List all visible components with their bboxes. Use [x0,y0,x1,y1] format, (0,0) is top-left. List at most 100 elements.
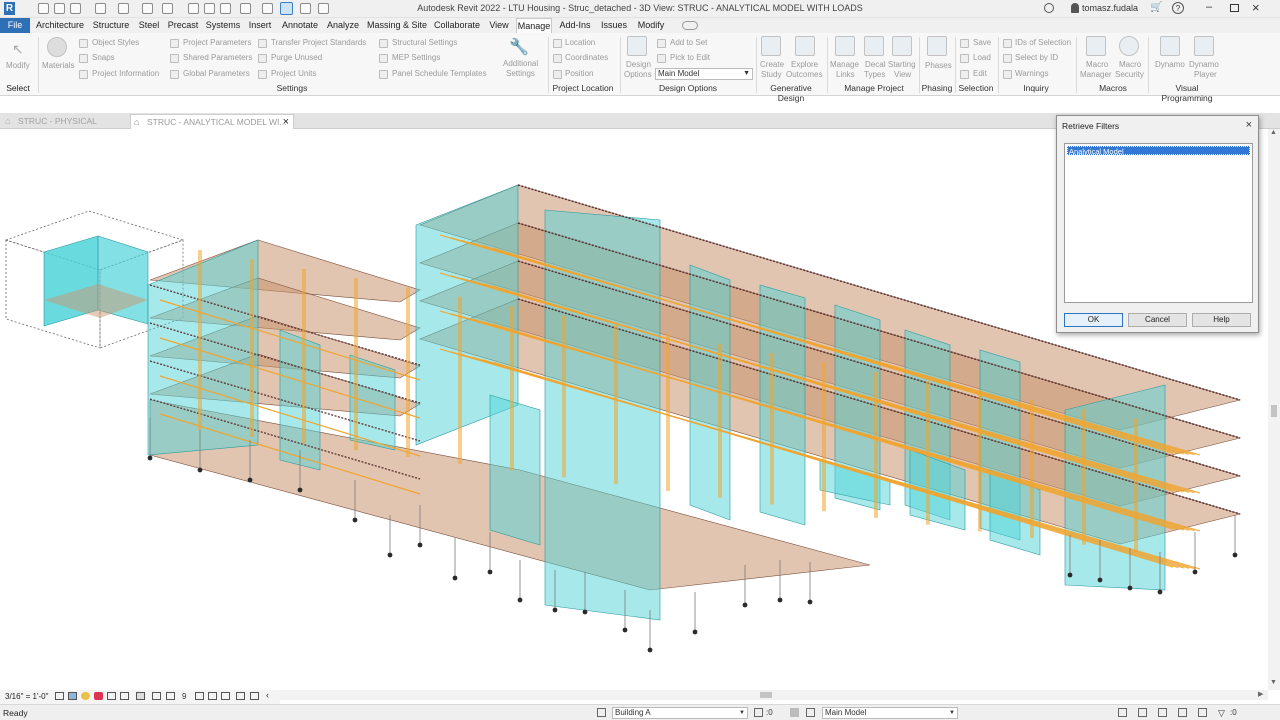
tab-view[interactable]: View [486,18,512,33]
crop-view-icon[interactable] [107,692,116,700]
reveal-constraints-icon[interactable] [236,692,245,700]
coordinates-button[interactable]: Coordinates [565,53,608,62]
project-information-icon[interactable] [79,70,88,79]
scroll-right-icon[interactable]: ▶ [1258,690,1263,698]
design-options-icon[interactable] [627,36,647,56]
list-item[interactable]: Analytical Model [1067,146,1250,156]
additional-settings-label-2[interactable]: Settings [506,69,535,78]
project-information-button[interactable]: Project Information [92,69,159,78]
position-button[interactable]: Position [565,69,593,78]
shared-parameters-button[interactable]: Shared Parameters [183,53,252,62]
vertical-scrollbar[interactable]: ▲ ▼ [1268,129,1280,690]
detail-level-icon[interactable] [55,692,64,700]
shared-parameters-icon[interactable] [170,54,179,63]
modify-button[interactable]: Modify [6,61,30,70]
dialog-close-icon[interactable]: × [1246,119,1252,131]
select-by-face-icon[interactable] [1178,708,1187,717]
design-options-status-icon[interactable] [790,708,799,717]
tab-architecture[interactable]: Architecture [34,18,86,33]
select-links-icon[interactable] [1118,708,1127,717]
design-option-status-select[interactable]: Main Model ▼ [822,707,958,719]
location-icon[interactable] [553,39,562,48]
starting-view-label-2[interactable]: View [894,70,911,79]
tab-systems[interactable]: Systems [204,18,242,33]
tab-precast[interactable]: Precast [166,18,200,33]
select-dropdown[interactable]: Select [4,83,32,93]
starting-view-icon[interactable] [892,36,912,56]
close-window-icon[interactable]: × [1252,0,1260,15]
tab-collaborate[interactable]: Collaborate [432,18,482,33]
manage-links-icon[interactable] [835,36,855,56]
select-underlay-icon[interactable] [1138,708,1147,717]
tab-add-ins[interactable]: Add-Ins [557,18,593,33]
help-icon[interactable]: ? [1172,2,1184,14]
starting-view-label-1[interactable]: Starting [888,60,916,69]
decal-types-label-1[interactable]: Decal [865,60,885,69]
dynamo-player-label-1[interactable]: Dynamo [1189,60,1219,69]
global-parameters-button[interactable]: Global Parameters [183,69,250,78]
warnings-icon[interactable] [1003,70,1012,79]
show-crop-icon[interactable] [120,692,129,700]
explore-outcomes-label-1[interactable]: Explore [791,60,818,69]
tab-file[interactable]: File [0,18,30,33]
transfer-standards-icon[interactable] [258,39,267,48]
global-parameters-icon[interactable] [170,70,179,79]
tab-massing-site[interactable]: Massing & Site [366,18,428,33]
worksharing-icon[interactable] [195,692,204,700]
materials-button[interactable]: Materials [42,61,74,70]
pick-to-edit-button[interactable]: Pick to Edit [670,53,710,62]
object-styles-button[interactable]: Object Styles [92,38,139,47]
macro-security-label-2[interactable]: Security [1115,70,1144,79]
select-by-id-button[interactable]: Select by ID [1015,53,1058,62]
hide-analytical-icon[interactable] [250,692,259,700]
panel-schedule-templates-button[interactable]: Panel Schedule Templates [392,69,487,78]
design-options-label-1[interactable]: Design [626,60,651,69]
tab-manage[interactable]: Manage [516,18,552,33]
purge-unused-button[interactable]: Purge Unused [271,53,322,62]
tab-structure[interactable]: Structure [90,18,132,33]
help-button[interactable]: Help [1192,313,1251,327]
position-icon[interactable] [553,70,562,79]
worksets-icon[interactable] [597,708,606,717]
filter-icon[interactable]: ▽ [1218,708,1225,719]
additional-settings-label-1[interactable]: Additional [503,59,538,68]
create-study-icon[interactable] [761,36,781,56]
maximize-icon[interactable] [1230,4,1239,12]
view-scale[interactable]: 3/16" = 1'-0" [5,692,48,701]
user-name[interactable]: tomasz.fudala [1082,3,1138,13]
edit-selection-icon[interactable] [960,70,969,79]
macro-manager-icon[interactable] [1086,36,1106,56]
load-selection-icon[interactable] [960,54,969,63]
drag-elements-icon[interactable] [1198,708,1207,717]
scroll-up-icon[interactable]: ▲ [1270,129,1277,136]
create-study-label-2[interactable]: Study [761,70,781,79]
structural-settings-icon[interactable] [379,39,388,48]
manage-links-label-2[interactable]: Links [836,70,855,79]
purge-unused-icon[interactable] [258,54,267,63]
tab-modify[interactable]: Modify [634,18,668,33]
highlight-displacement-icon[interactable] [221,692,230,700]
dynamo-icon[interactable] [1160,36,1180,56]
ids-of-selection-button[interactable]: IDs of Selection [1015,38,1071,47]
macro-manager-label-1[interactable]: Macro [1086,60,1108,69]
macro-security-icon[interactable] [1119,36,1139,56]
panel-schedule-templates-icon[interactable] [379,70,388,79]
tab-insert[interactable]: Insert [246,18,274,33]
dynamo-player-icon[interactable] [1194,36,1214,56]
design-option-select[interactable]: Main Model ▼ [655,68,753,80]
temporary-hide-icon[interactable] [152,692,161,700]
warnings-button[interactable]: Warnings [1015,69,1049,78]
transfer-project-standards-button[interactable]: Transfer Project Standards [271,38,366,47]
edit-selection-button[interactable]: Edit [973,69,987,78]
select-by-id-icon[interactable] [1003,54,1012,63]
building-select[interactable]: Building A ▼ [612,707,748,719]
add-to-set-button[interactable]: Add to Set [670,38,707,47]
materials-icon[interactable] [47,37,67,57]
pick-to-edit-icon[interactable] [657,54,666,63]
visual-style-icon[interactable] [68,692,77,700]
tab-steel[interactable]: Steel [136,18,162,33]
editable-only-icon[interactable] [754,708,763,717]
view-tab-physical-model[interactable]: ⌂ STRUC - PHYSICAL MODEL [2,114,126,141]
reveal-hidden-icon[interactable] [166,692,175,700]
modify-arrow-icon[interactable]: ↖ [12,41,24,58]
